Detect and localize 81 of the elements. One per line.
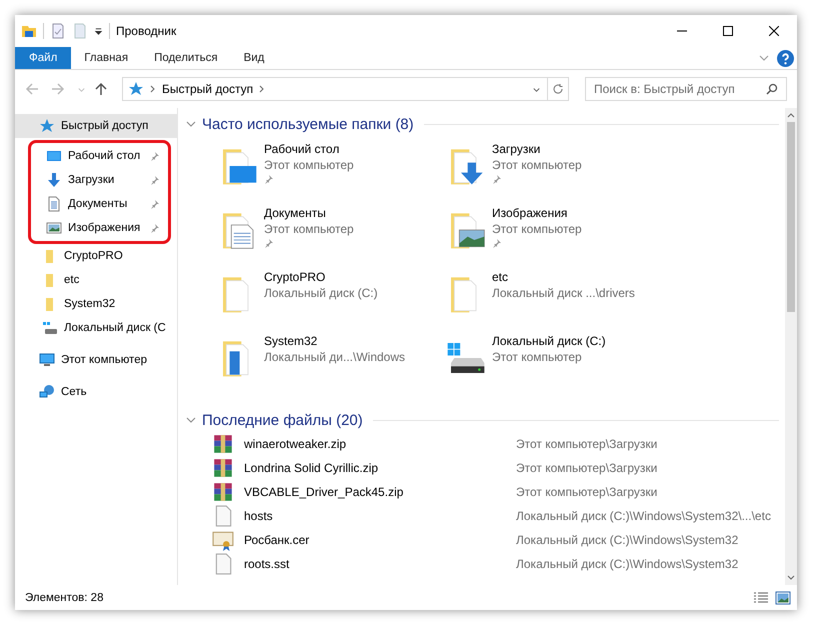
maximize-icon xyxy=(723,26,733,36)
folder-location: Локальный диск ...\drivers xyxy=(492,286,635,300)
ribbon-tab[interactable]: Главная xyxy=(71,47,142,69)
search-field[interactable]: Поиск в: Быстрый доступ xyxy=(585,77,787,101)
folder-name[interactable]: Локальный диск (C:) xyxy=(492,334,606,348)
ribbon-tab[interactable]: Вид xyxy=(230,47,278,69)
file-name[interactable]: winaerotweaker.zip xyxy=(244,437,516,451)
star-icon xyxy=(39,118,55,134)
sidebar-item[interactable]: Быстрый доступ xyxy=(15,114,177,138)
folder-name[interactable]: CryptoPRO xyxy=(264,270,378,284)
large-icons-view-icon[interactable] xyxy=(775,591,791,605)
sidebar-item[interactable]: Документы xyxy=(31,192,168,216)
file-location: Локальный диск (C:)\Windows\System32 xyxy=(516,557,738,571)
address-bar[interactable]: Быстрый доступ xyxy=(122,77,569,101)
file-name[interactable]: hosts xyxy=(244,509,516,523)
folder-location: Этот компьютер xyxy=(492,158,582,172)
folder-location: Этот компьютер xyxy=(492,350,583,364)
search-icon xyxy=(766,83,778,95)
folder-location: Этот компьютер xyxy=(492,222,582,236)
properties-icon xyxy=(50,23,66,39)
sidebar-item[interactable]: Этот компьютер xyxy=(15,348,177,372)
window-title: Проводник xyxy=(116,24,176,38)
file-name[interactable]: roots.sst xyxy=(244,557,516,571)
scrollbar[interactable] xyxy=(785,108,797,585)
drive-icon xyxy=(42,320,58,336)
file-location: Этот компьютер\Загрузки xyxy=(516,437,658,451)
close-icon xyxy=(769,26,779,36)
ribbon-tab[interactable]: Файл xyxy=(15,47,72,69)
file-location: Этот компьютер\Загрузки xyxy=(516,461,658,475)
sidebar-item[interactable]: CryptoPRO xyxy=(15,244,177,268)
sidebar-item[interactable]: System32 xyxy=(15,292,177,316)
file-name[interactable]: Londrina Solid Cyrillic.zip xyxy=(244,461,516,475)
folder-name[interactable]: etc xyxy=(492,270,635,284)
sidebar-item[interactable]: Загрузки xyxy=(31,168,168,192)
section-title[interactable]: Часто используемые папки (8) xyxy=(202,116,414,132)
folder-name[interactable]: System32 xyxy=(264,334,405,348)
star-icon xyxy=(128,81,144,97)
file-name[interactable]: VBCABLE_Driver_Pack45.zip xyxy=(244,485,516,499)
folder-location: Локальный диск (C:) xyxy=(264,286,378,300)
picture-icon xyxy=(46,220,62,236)
section-title[interactable]: Последние файлы (20) xyxy=(202,412,363,428)
folder-name[interactable]: Документы xyxy=(264,206,354,220)
sidebar-item[interactable]: Рабочий стол xyxy=(31,144,168,168)
file-name[interactable]: Росбанк.cer xyxy=(244,533,516,547)
sidebar-item[interactable]: Изображения xyxy=(31,216,168,240)
certificate-icon xyxy=(212,529,234,551)
sidebar-item[interactable]: Локальный диск (С xyxy=(15,316,177,340)
file-location: Этот компьютер\Загрузки xyxy=(516,485,658,499)
details-view-icon[interactable] xyxy=(753,591,769,605)
chevron-down-icon[interactable] xyxy=(186,415,196,425)
scroll-down-icon[interactable] xyxy=(787,575,795,581)
folder-name[interactable]: Рабочий стол xyxy=(264,142,354,156)
document-icon xyxy=(46,196,62,212)
folder-name[interactable]: Изображения xyxy=(492,206,582,220)
computer-icon xyxy=(39,352,55,368)
file-location: Локальный диск (C:)\Windows\System32 xyxy=(516,533,738,547)
sidebar-item[interactable]: etc xyxy=(15,268,177,292)
new-folder-icon xyxy=(72,23,88,39)
folder-location: Этот компьютер xyxy=(264,222,354,236)
breadcrumb[interactable]: Быстрый доступ xyxy=(162,82,254,96)
archive-icon xyxy=(212,433,234,455)
file-location: Локальный диск (C:)\Windows\System32\...\etc xyxy=(516,509,771,523)
scroll-up-icon[interactable] xyxy=(787,112,795,118)
chevron-right-icon xyxy=(150,84,156,94)
down-arrow-icon xyxy=(46,172,62,188)
folder-location: Локальный ди...\Windows xyxy=(264,350,405,364)
folder-name[interactable]: Загрузки xyxy=(492,142,582,156)
up-arrow-icon[interactable] xyxy=(94,82,108,96)
help-icon[interactable] xyxy=(777,50,794,66)
sidebar-item[interactable]: Сеть xyxy=(15,380,177,404)
archive-icon xyxy=(212,457,234,479)
folder-location: Этот компьютер xyxy=(264,158,354,172)
ribbon-tab[interactable]: Поделиться xyxy=(141,47,231,69)
archive-icon xyxy=(212,481,234,503)
dropdown-icon[interactable] xyxy=(94,26,103,36)
chevron-right-icon xyxy=(259,84,266,94)
chevron-down-icon[interactable] xyxy=(186,119,196,129)
folder-icon xyxy=(21,23,37,39)
monitor-icon xyxy=(46,148,62,164)
status-text: Элементов: 28 xyxy=(25,592,104,604)
network-icon xyxy=(39,384,55,400)
